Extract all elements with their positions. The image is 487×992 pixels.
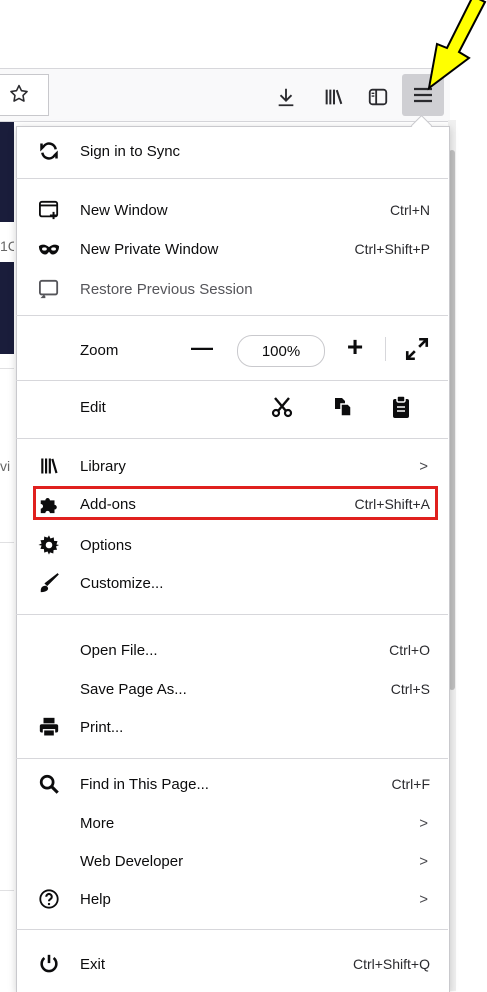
paste-icon[interactable]: [390, 394, 414, 420]
menu-item-label: More: [80, 814, 115, 832]
menu-item-label: Save Page As...: [80, 680, 187, 698]
menu-item-more[interactable]: More >: [16, 805, 448, 841]
search-icon: [38, 774, 60, 794]
help-icon: [38, 889, 60, 909]
new-window-icon: [38, 200, 60, 220]
menu-item-restore-session[interactable]: Restore Previous Session: [16, 271, 448, 307]
chevron-right-icon: >: [419, 814, 428, 832]
menu-item-label: New Window: [80, 201, 168, 219]
menu-item-label: New Private Window: [80, 240, 219, 258]
menu-separator: [16, 178, 448, 179]
menu-item-label: Open File...: [80, 641, 158, 659]
menu-item-options[interactable]: Options: [16, 527, 448, 563]
gear-icon: [38, 535, 60, 555]
restore-session-icon: [38, 279, 60, 299]
menu-item-label: Print...: [80, 718, 124, 736]
url-bar[interactable]: [0, 74, 49, 116]
menu-separator: [16, 438, 448, 439]
bookmark-star-icon[interactable]: [8, 83, 30, 110]
library-icon: [38, 456, 60, 476]
page-text: vi: [0, 458, 11, 474]
menu-item-label: Help: [80, 890, 111, 908]
zoom-divider: [385, 337, 386, 361]
chevron-right-icon: >: [419, 890, 428, 908]
minus-icon: —: [191, 335, 213, 360]
shortcut-label: Ctrl+N: [389, 202, 430, 218]
fullscreen-icon[interactable]: [404, 336, 430, 362]
menu-separator: [16, 758, 448, 759]
shortcut-label: Ctrl+F: [391, 776, 431, 792]
page-divider: [0, 890, 14, 891]
menu-separator: [16, 380, 448, 381]
private-mask-icon: [38, 239, 60, 259]
annotation-arrow-icon: [427, 0, 487, 91]
copy-icon[interactable]: [331, 395, 355, 419]
menu-item-open-file[interactable]: Open File... Ctrl+O: [16, 632, 448, 668]
menu-item-label: Options: [80, 536, 132, 554]
chevron-right-icon: >: [419, 457, 428, 475]
menu-item-library[interactable]: Library >: [16, 448, 448, 484]
menu-row-edit: Edit: [16, 389, 448, 425]
printer-icon: [38, 717, 60, 737]
menu-item-save-page[interactable]: Save Page As... Ctrl+S: [16, 671, 448, 707]
sidebar-icon[interactable]: [362, 82, 394, 112]
menu-item-help[interactable]: Help >: [16, 881, 448, 917]
menu-item-print[interactable]: Print...: [16, 709, 448, 745]
page-divider: [0, 542, 14, 543]
paintbrush-icon: [38, 573, 60, 593]
page-banner: [0, 122, 14, 222]
highlight-box: [33, 486, 438, 520]
menu-item-label: Library: [80, 457, 126, 475]
menu-separator: [16, 614, 448, 615]
page-banner: [0, 262, 14, 354]
menu-item-label: Sign in to Sync: [80, 142, 181, 160]
zoom-label: Zoom: [80, 341, 119, 359]
edit-label: Edit: [80, 398, 106, 416]
menu-item-label: Customize...: [80, 574, 164, 592]
menu-item-label: Find in This Page...: [80, 775, 209, 793]
shortcut-label: Ctrl+Shift+Q: [352, 956, 430, 972]
zoom-in-button[interactable]: +: [340, 330, 370, 364]
downloads-icon[interactable]: [270, 82, 302, 112]
menu-separator: [16, 929, 448, 930]
shortcut-label: Ctrl+Shift+P: [354, 241, 430, 257]
menu-item-customize[interactable]: Customize...: [16, 565, 448, 601]
cut-icon[interactable]: [270, 395, 294, 419]
menu-item-exit[interactable]: Exit Ctrl+Shift+Q: [16, 946, 448, 982]
page-divider: [0, 368, 14, 369]
library-icon[interactable]: [318, 82, 350, 112]
zoom-level: 100%: [261, 342, 301, 360]
menu-item-label: Exit: [80, 955, 106, 973]
page-text: 1C: [0, 238, 14, 254]
menu-separator: [16, 315, 448, 316]
power-icon: [38, 954, 60, 974]
plus-icon: +: [346, 331, 364, 362]
menu-item-find[interactable]: Find in This Page... Ctrl+F: [16, 766, 448, 802]
sync-icon: [38, 141, 60, 161]
menu-item-web-developer[interactable]: Web Developer >: [16, 843, 448, 879]
menu-item-sync[interactable]: Sign in to Sync: [16, 133, 448, 169]
zoom-reset-button[interactable]: 100%: [237, 335, 325, 367]
menu-row-zoom: Zoom: [16, 332, 448, 368]
chevron-right-icon: >: [419, 852, 428, 870]
shortcut-label: Ctrl+S: [390, 681, 430, 697]
menu-item-new-window[interactable]: New Window Ctrl+N: [16, 192, 448, 228]
shortcut-label: Ctrl+O: [389, 642, 430, 658]
menu-item-label: Web Developer: [80, 852, 184, 870]
menu-item-label: Restore Previous Session: [80, 280, 253, 298]
menu-item-new-private-window[interactable]: New Private Window Ctrl+Shift+P: [16, 231, 448, 267]
zoom-out-button[interactable]: —: [187, 333, 217, 363]
